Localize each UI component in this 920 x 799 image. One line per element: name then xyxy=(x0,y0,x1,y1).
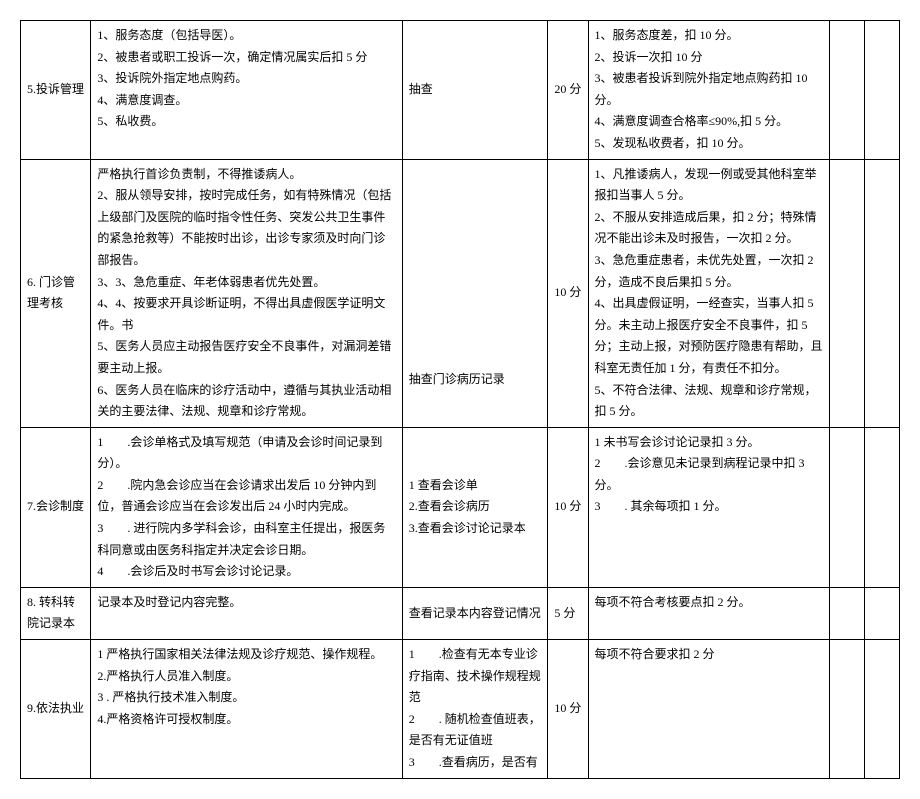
row-blank xyxy=(864,159,899,427)
row-name: 9.依法执业 xyxy=(21,640,91,779)
row-name: 8. 转科转院记录本 xyxy=(21,587,91,639)
row-deduction: 每项不符合考核要点扣 2 分。 xyxy=(588,587,829,639)
row-method: 抽查 xyxy=(402,21,548,160)
row-name: 7.会诊制度 xyxy=(21,427,91,587)
row-blank xyxy=(829,159,864,427)
row-deduction: 1 未书写会诊讨论记录扣 3 分。2 .会诊意见未记录到病程记录中扣 3 分。3… xyxy=(588,427,829,587)
row-blank xyxy=(829,640,864,779)
row-method: 抽查门诊病历记录 xyxy=(402,159,548,427)
row-content: 记录本及时登记内容完整。 xyxy=(91,587,402,639)
table-row: 8. 转科转院记录本记录本及时登记内容完整。查看记录本内容登记情况5 分每项不符… xyxy=(21,587,900,639)
row-deduction: 1、凡推诿病人，发现一例或受其他科室举报扣当事人 5 分。2、不服从安排造成后果… xyxy=(588,159,829,427)
row-blank xyxy=(864,640,899,779)
row-name: 6. 门诊管理考核 xyxy=(21,159,91,427)
row-deduction: 1、服务态度差，扣 10 分。2、投诉一次扣 10 分3、被患者投诉到院外指定地… xyxy=(588,21,829,160)
table-row: 5.投诉管理1、服务态度（包括导医）。2、被患者或职工投诉一次，确定情况属实后扣… xyxy=(21,21,900,160)
table-row: 9.依法执业1 严格执行国家相关法律法规及诊疗规范、操作规程。2.严格执行人员准… xyxy=(21,640,900,779)
row-score: 20 分 xyxy=(548,21,588,160)
row-method: 1 .检查有无本专业诊疗指南、技术操作规程规范2 . 随机检查值班表，是否有无证… xyxy=(402,640,548,779)
row-blank xyxy=(829,587,864,639)
row-deduction: 每项不符合要求扣 2 分 xyxy=(588,640,829,779)
row-content: 1、服务态度（包括导医）。2、被患者或职工投诉一次，确定情况属实后扣 5 分3、… xyxy=(91,21,402,160)
row-content: 1 .会诊单格式及填写规范（申请及会诊时间记录到分）。2 .院内急会诊应当在会诊… xyxy=(91,427,402,587)
row-score: 10 分 xyxy=(548,159,588,427)
table-row: 7.会诊制度1 .会诊单格式及填写规范（申请及会诊时间记录到分）。2 .院内急会… xyxy=(21,427,900,587)
row-name: 5.投诉管理 xyxy=(21,21,91,160)
row-score: 10 分 xyxy=(548,427,588,587)
row-blank xyxy=(864,21,899,160)
row-score: 5 分 xyxy=(548,587,588,639)
row-blank xyxy=(864,427,899,587)
table-row: 6. 门诊管理考核严格执行首诊负责制，不得推诿病人。2、服从领导安排，按时完成任… xyxy=(21,159,900,427)
assessment-table: 5.投诉管理1、服务态度（包括导医）。2、被患者或职工投诉一次，确定情况属实后扣… xyxy=(20,20,900,779)
row-content: 严格执行首诊负责制，不得推诿病人。2、服从领导安排，按时完成任务，如有特殊情况（… xyxy=(91,159,402,427)
row-blank xyxy=(864,587,899,639)
row-blank xyxy=(829,427,864,587)
row-content: 1 严格执行国家相关法律法规及诊疗规范、操作规程。2.严格执行人员准入制度。3 … xyxy=(91,640,402,779)
row-blank xyxy=(829,21,864,160)
row-method: 1 查看会诊单2.查看会诊病历3.查看会诊讨论记录本 xyxy=(402,427,548,587)
row-method: 查看记录本内容登记情况 xyxy=(402,587,548,639)
row-score: 10 分 xyxy=(548,640,588,779)
